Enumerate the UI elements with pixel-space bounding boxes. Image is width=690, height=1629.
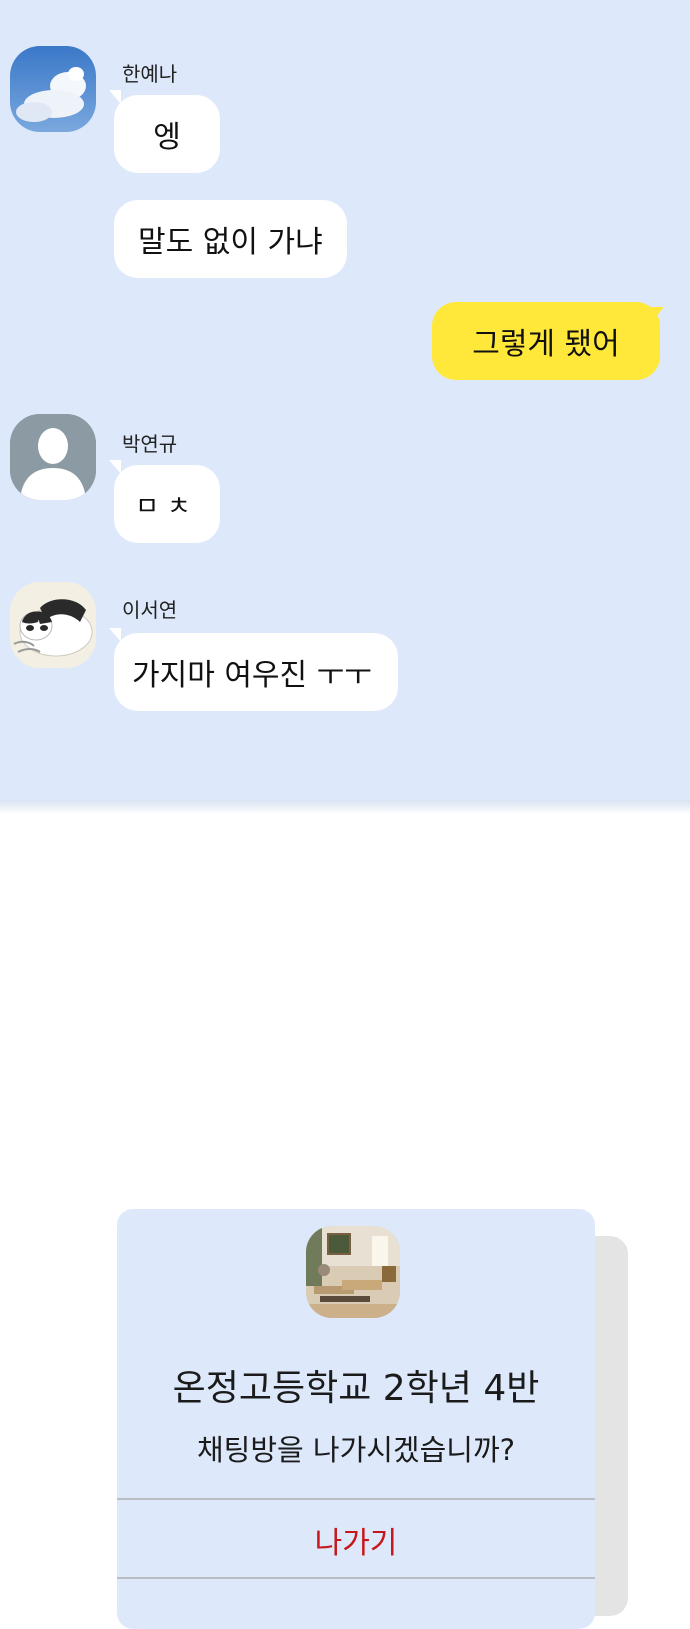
chat-bubble[interactable]: 가지마 여우진 ㅜㅜ [114, 633, 398, 711]
chat-bubble[interactable]: ㅁㅊ [114, 465, 220, 543]
sender-name: 이서연 [122, 598, 178, 622]
bubble-tail [109, 628, 121, 642]
sender-name: 박연규 [122, 432, 178, 456]
bubble-tail [109, 460, 121, 474]
dialog-message: 채팅방을 나가시겠습니까? [196, 1433, 516, 1467]
sky-cloud-avatar-icon[interactable] [10, 46, 96, 132]
cat-avatar-icon[interactable] [10, 582, 96, 668]
chat-area: 한예나 엥 말도 없이 가냐 그렇게 됐어 박연규 ㅁㅊ 이서연 가지마 여우진… [0, 0, 690, 814]
divider [117, 1577, 595, 1579]
default-person-avatar-icon[interactable] [10, 414, 96, 500]
divider [117, 1498, 595, 1500]
bubble-tail [109, 90, 121, 104]
sender-name: 한예나 [122, 62, 178, 86]
my-chat-bubble[interactable]: 그렇게 됐어 [432, 302, 660, 380]
chat-bubble[interactable]: 엥 [114, 95, 220, 173]
leave-button[interactable]: 나가기 [117, 1501, 595, 1579]
classroom-photo-icon [306, 1226, 400, 1318]
leave-chat-dialog: 온정고등학교 2학년 4반 채팅방을 나가시겠습니까? 나가기 [117, 1209, 595, 1629]
chat-bubble[interactable]: 말도 없이 가냐 [114, 200, 347, 278]
dialog-title: 온정고등학교 2학년 4반 [172, 1368, 540, 1409]
